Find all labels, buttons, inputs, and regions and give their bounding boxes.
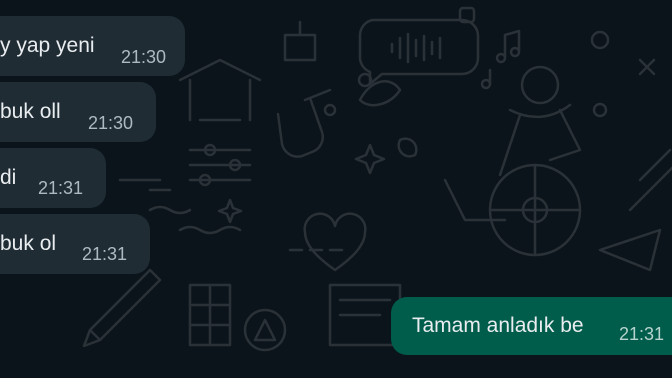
message-text: di: [0, 166, 17, 189]
message-bubble[interactable]: di 21:31: [0, 148, 106, 208]
message-time: 21:30: [88, 113, 134, 133]
message-time: 21:31: [619, 324, 665, 344]
message-bubble[interactable]: buk ol 21:31: [0, 214, 150, 274]
message-time: 21:30: [121, 47, 167, 67]
message-bubble[interactable]: y yap yeni 21:30: [0, 16, 185, 76]
message-text: buk ol: [0, 232, 57, 255]
message-time: 21:31: [38, 178, 84, 198]
message-bubble-outgoing[interactable]: Tamam anladık be 21:31: [391, 297, 672, 355]
message-bubble[interactable]: buk oll 21:30: [0, 82, 156, 142]
message-text: y yap yeni: [0, 34, 95, 57]
message-text: buk oll: [0, 100, 61, 123]
message-time: 21:31: [82, 244, 128, 264]
message-text: Tamam anladık be: [412, 314, 584, 337]
